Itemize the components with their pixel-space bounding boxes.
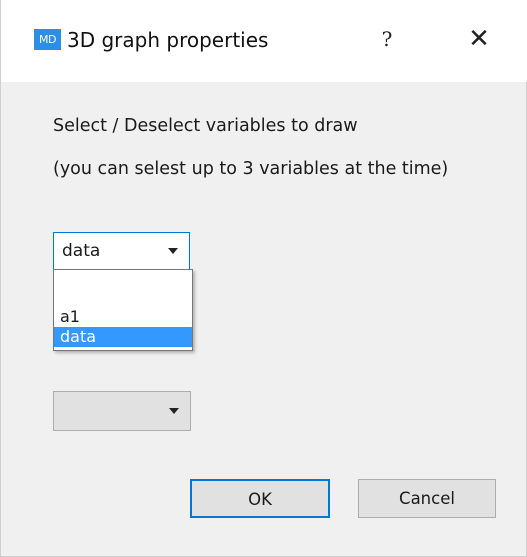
chevron-down-icon <box>168 248 178 254</box>
help-button[interactable]: ? <box>372 22 402 56</box>
graph-properties-dialog: MD 3D graph properties ? ✕ Select / Dese… <box>0 0 527 557</box>
dialog-title: 3D graph properties <box>67 28 269 52</box>
dropdown-option-a1[interactable]: a1 <box>54 307 192 327</box>
chevron-down-icon <box>169 408 179 414</box>
app-icon: MD <box>34 29 61 50</box>
close-button[interactable]: ✕ <box>457 20 501 58</box>
title-bar: MD 3D graph properties ? ✕ <box>1 0 527 82</box>
cancel-button[interactable]: Cancel <box>358 479 496 518</box>
variable-select-1-value: data <box>62 241 101 261</box>
instruction-text-2: (you can selest up to 3 variables at the… <box>53 159 449 179</box>
instruction-text-1: Select / Deselect variables to draw <box>53 116 358 136</box>
dropdown-option-data[interactable]: data <box>54 327 192 347</box>
variable-dropdown-list: a1 data <box>53 269 193 351</box>
variable-select-1[interactable]: data <box>53 232 190 270</box>
ok-button[interactable]: OK <box>190 479 330 518</box>
variable-select-2[interactable] <box>53 391 191 431</box>
dropdown-option-empty[interactable] <box>54 272 192 292</box>
